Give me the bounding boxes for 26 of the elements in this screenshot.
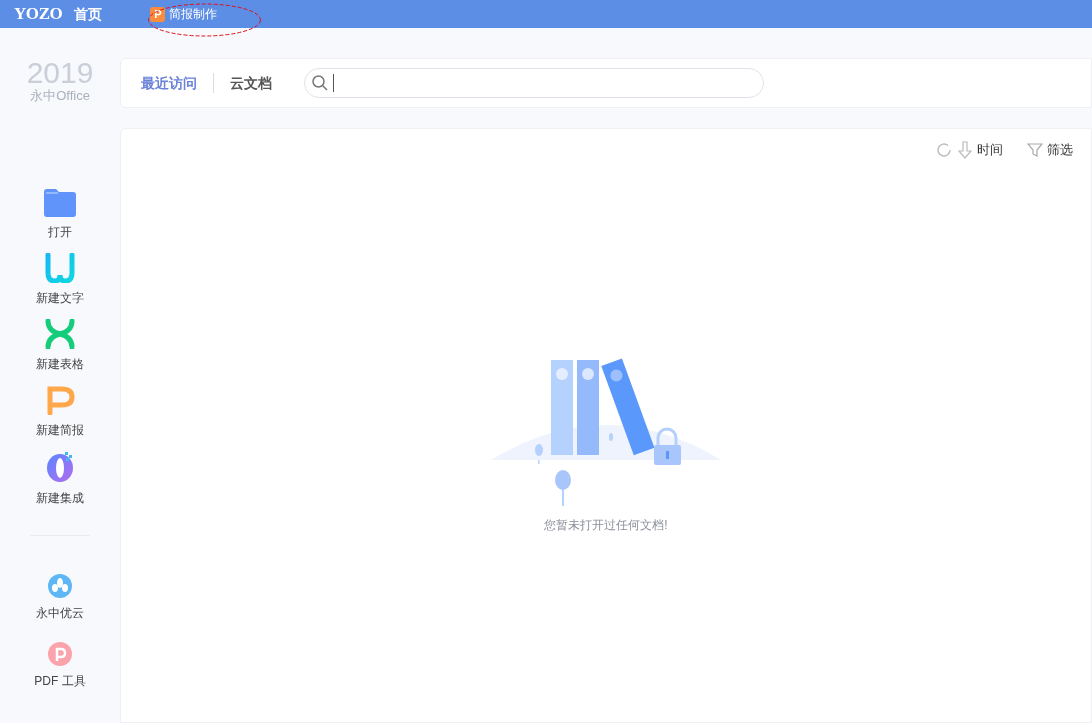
yozo-logo: YOZO: [14, 3, 63, 26]
arrow-down-icon[interactable]: [957, 140, 973, 159]
sort-by-time[interactable]: 时间: [977, 140, 1003, 160]
o-letter-icon[interactable]: [45, 451, 75, 483]
sidebar-item[interactable]: 打开: [48, 223, 72, 241]
folder-icon[interactable]: [44, 189, 76, 217]
search-icon: [311, 74, 329, 92]
refresh-icon[interactable]: [935, 140, 953, 159]
sidebar-item[interactable]: 永中优云: [36, 604, 84, 622]
p-letter-icon[interactable]: [45, 385, 75, 415]
cloud-badge-icon[interactable]: [48, 574, 72, 598]
filter-icon[interactable]: [1027, 141, 1043, 158]
pdf-badge-icon[interactable]: [48, 642, 72, 666]
filter-button[interactable]: 筛选: [1047, 140, 1073, 160]
sidebar-item[interactable]: 新建表格: [36, 355, 84, 373]
empty-message: 您暂未打开过任何文档!: [544, 516, 668, 534]
sidebar-item[interactable]: 新建集成: [36, 489, 84, 507]
product-name: 永中Office: [30, 89, 90, 103]
slides-app-icon: P: [150, 6, 166, 22]
tab[interactable]: 最近访问: [141, 72, 197, 94]
sidebar-item[interactable]: PDF 工具: [34, 672, 86, 690]
tab[interactable]: 云文档: [230, 72, 272, 94]
x-letter-icon[interactable]: [45, 319, 75, 349]
w-letter-icon[interactable]: [45, 253, 75, 283]
sidebar-item[interactable]: 新建文字: [36, 289, 84, 307]
sidebar-item[interactable]: 新建简报: [36, 421, 84, 439]
